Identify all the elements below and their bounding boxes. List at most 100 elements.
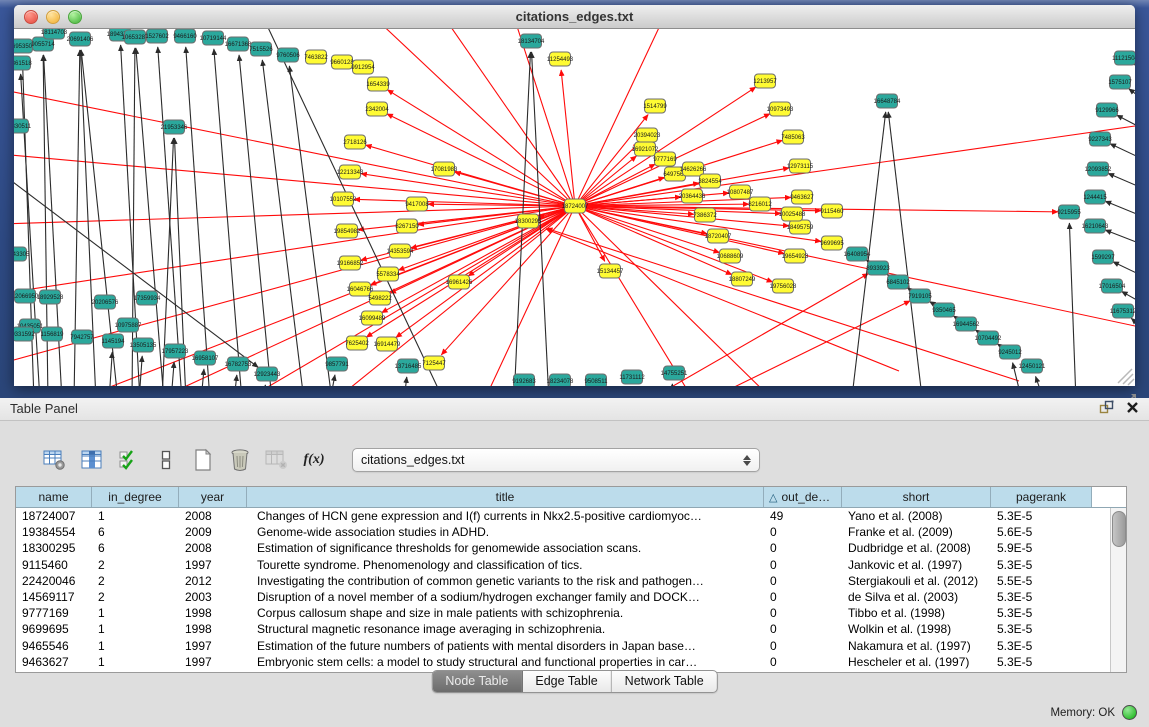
- graph-node[interactable]: 17359934: [134, 291, 161, 305]
- graph-node[interactable]: 9463627: [790, 190, 814, 204]
- graph-node[interactable]: 18495759: [787, 220, 814, 234]
- graph-node[interactable]: 9912954: [351, 60, 375, 74]
- graph-node[interactable]: 9215955: [1057, 205, 1081, 219]
- graph-node[interactable]: 9760506: [276, 48, 300, 62]
- graph-node[interactable]: 18300295: [515, 214, 542, 228]
- vertical-scrollbar[interactable]: [1110, 508, 1126, 672]
- graph-node[interactable]: 10107552: [330, 192, 357, 206]
- graph-node[interactable]: 16961426: [446, 275, 473, 289]
- graph-node[interactable]: 20330511: [14, 119, 32, 133]
- table-row[interactable]: 946554611997Estimation of the future num…: [16, 638, 1111, 654]
- graph-node[interactable]: 18134704: [518, 34, 545, 48]
- tab-node-table[interactable]: Node Table: [432, 671, 522, 692]
- graph-node[interactable]: 1244415: [1083, 190, 1107, 204]
- graph-node[interactable]: 17081983: [431, 162, 458, 176]
- zoom-button[interactable]: [68, 10, 82, 24]
- column-header-title[interactable]: title: [247, 487, 764, 507]
- minimize-button[interactable]: [46, 10, 60, 24]
- graph-node[interactable]: 12066950: [14, 289, 39, 303]
- graph-node[interactable]: 21953346: [161, 120, 188, 134]
- graph-node[interactable]: 16648784: [874, 94, 901, 108]
- column-header-name[interactable]: name: [16, 487, 92, 507]
- graph-node[interactable]: 1599297: [1091, 250, 1115, 264]
- graph-node[interactable]: 18234078: [547, 374, 574, 386]
- close-panel-icon[interactable]: [1126, 401, 1139, 419]
- graph-node[interactable]: 19756028: [770, 279, 797, 293]
- graph-node[interactable]: 9857791: [325, 357, 349, 371]
- graph-node[interactable]: 19166852: [337, 256, 364, 270]
- delete-column-icon[interactable]: [227, 448, 253, 472]
- window-titlebar[interactable]: citations_edges.txt: [14, 5, 1135, 29]
- graph-node[interactable]: 10973493: [767, 102, 794, 116]
- graph-node[interactable]: 11254493: [547, 52, 574, 66]
- graph-node[interactable]: 16210643: [1082, 219, 1109, 233]
- graph-node[interactable]: 9331592: [14, 327, 35, 341]
- scrollbar-thumb[interactable]: [1112, 511, 1126, 547]
- graph-node[interactable]: 1527602: [145, 29, 169, 43]
- graph-node[interactable]: 6845102: [886, 275, 910, 289]
- graph-node[interactable]: 1654339: [366, 77, 390, 91]
- column-header-out_de[interactable]: △out_de…: [764, 487, 842, 507]
- graph-node[interactable]: 10719144: [200, 31, 227, 45]
- graph-node[interactable]: 18114703: [41, 29, 68, 39]
- table-row[interactable]: 946362711997Embryonic stem cells: a mode…: [16, 654, 1111, 670]
- close-button[interactable]: [24, 10, 38, 24]
- graph-node[interactable]: 1213957: [753, 74, 777, 88]
- graph-node[interactable]: 16944562: [953, 317, 980, 331]
- graph-node[interactable]: 18720407: [705, 229, 732, 243]
- column-header-pagerank[interactable]: pagerank: [991, 487, 1092, 507]
- graph-node[interactable]: 3824554: [698, 174, 722, 188]
- graph-node[interactable]: 12093852: [1085, 162, 1112, 176]
- graph-node[interactable]: 8933923: [866, 261, 890, 275]
- graph-node[interactable]: 7125447: [422, 356, 446, 370]
- network-view-window[interactable]: citations_edges.txt 16953505905571420691…: [14, 5, 1135, 386]
- graph-node[interactable]: 12213343: [337, 165, 364, 179]
- graph-node[interactable]: 7919105: [908, 289, 932, 303]
- graph-node[interactable]: 9361518: [14, 56, 32, 70]
- table-row[interactable]: 2242004622012Investigating the contribut…: [16, 573, 1111, 589]
- float-panel-icon[interactable]: [1099, 400, 1114, 420]
- graph-node[interactable]: 12973115: [787, 159, 814, 173]
- network-canvas[interactable]: 1695350590557142069140618943714106532871…: [14, 29, 1135, 386]
- graph-node[interactable]: 20206576: [92, 295, 119, 309]
- graph-node[interactable]: 1514799: [643, 99, 667, 113]
- graph-node[interactable]: 18929528: [37, 290, 64, 304]
- graph-node[interactable]: 9777169: [653, 152, 677, 166]
- graph-node[interactable]: 10807487: [727, 185, 754, 199]
- graph-node[interactable]: 12923443: [254, 367, 281, 381]
- table-row[interactable]: 1872400712008Changes of HCN gene express…: [16, 508, 1111, 524]
- column-visibility-icon[interactable]: [79, 448, 105, 472]
- tab-network-table[interactable]: Network Table: [612, 671, 717, 692]
- graph-node[interactable]: 17016504: [1099, 279, 1126, 293]
- graph-node[interactable]: 9417008: [405, 197, 429, 211]
- graph-node[interactable]: 10025488: [779, 207, 806, 221]
- column-header-in_degree[interactable]: in_degree: [92, 487, 179, 507]
- graph-node[interactable]: 10704492: [975, 331, 1002, 345]
- graph-node[interactable]: 9466160: [173, 29, 197, 43]
- graph-node[interactable]: 9115460: [821, 204, 845, 218]
- graph-node[interactable]: 20394023: [634, 128, 661, 142]
- graph-node[interactable]: 7485063: [781, 130, 805, 144]
- table-row[interactable]: 977716911998Corpus callosum shape and si…: [16, 605, 1111, 621]
- graph-node[interactable]: 16914479: [374, 337, 401, 351]
- graph-node[interactable]: 8216012: [748, 197, 772, 211]
- create-column-icon[interactable]: [190, 448, 216, 472]
- graph-node[interactable]: 7625402: [345, 336, 369, 350]
- graph-node[interactable]: 13716485: [395, 359, 422, 373]
- graph-node[interactable]: 16958107: [192, 351, 219, 365]
- graph-node[interactable]: 17957223: [162, 344, 189, 358]
- graph-node[interactable]: 20691406: [67, 32, 94, 46]
- graph-node[interactable]: 16408954: [844, 247, 871, 261]
- table-mode-icon[interactable]: [42, 448, 68, 472]
- delete-table-icon[interactable]: [264, 448, 290, 472]
- graph-node[interactable]: 1575107: [1108, 75, 1132, 89]
- graph-node[interactable]: 10975887: [115, 318, 142, 332]
- graph-node[interactable]: 7463822: [304, 50, 328, 64]
- graph-node[interactable]: 11121504: [1112, 51, 1135, 65]
- graph-node[interactable]: 2342004: [365, 102, 389, 116]
- window-resize-grip[interactable]: [1118, 369, 1134, 385]
- graph-node[interactable]: 18724007: [562, 199, 589, 213]
- graph-node[interactable]: 13505135: [130, 338, 157, 352]
- graph-node[interactable]: 14755251: [661, 366, 688, 380]
- graph-node[interactable]: 16143305: [14, 247, 30, 261]
